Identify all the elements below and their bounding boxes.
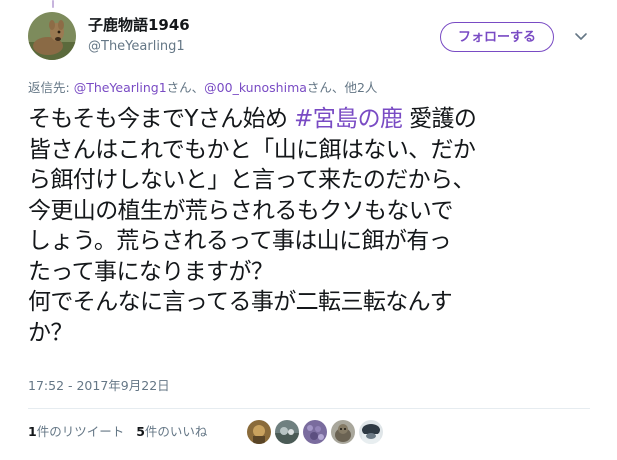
tweet-stats: 1件のリツイート 5件のいいね (28, 423, 207, 441)
liker-avatar[interactable] (330, 419, 356, 445)
liker-avatar-image (275, 420, 299, 444)
like-label: 件のいいね (144, 424, 208, 439)
reply-others[interactable]: 他2人 (344, 80, 377, 95)
tweet-text-segment: そもそも今までYさん始め (28, 106, 295, 132)
author-display-name[interactable]: 子鹿物語1946 (88, 15, 190, 35)
tweet-text: そもそも今までYさん始め #宮島の鹿 愛護の 皆さんはこれでもかと「山に餌はない… (28, 104, 603, 348)
retweet-count: 1 (28, 424, 37, 439)
tweet-line: しょう。荒らされるって事は山に餌が有っ (28, 228, 452, 254)
reply-mention-kunoshima[interactable]: @00_kunoshima (204, 80, 307, 95)
liker-avatar[interactable] (246, 419, 272, 445)
hashtag-link[interactable]: #宮島の鹿 (294, 106, 403, 132)
deer-avatar-image (28, 12, 76, 60)
tweet-line: ら餌付けしないと」と言って来たのだから、 (28, 167, 475, 193)
retweet-label: 件のリツイート (36, 424, 125, 439)
like-count-link[interactable]: 5件のいいね (136, 424, 207, 439)
reply-prefix: 返信先: (28, 80, 74, 95)
reply-separator: さん、 (306, 80, 345, 95)
tweet-text-segment: 愛護の (402, 106, 477, 132)
reply-context: 返信先: @TheYearling1さん、@00_kunoshimaさん、他2人 (28, 79, 377, 97)
author-avatar[interactable] (28, 12, 76, 60)
tweet-line: そもそも今までYさん始め #宮島の鹿 愛護の (28, 104, 603, 135)
chevron-down-icon[interactable] (573, 30, 589, 44)
tweet-line: 皆さんはこれでもかと「山に餌はない、だか (28, 136, 476, 163)
follow-button[interactable]: フォローする (440, 22, 554, 52)
liker-avatar-image (247, 420, 271, 444)
tweet-line: たって事になりますが？ (28, 258, 274, 285)
like-count: 5 (136, 424, 145, 439)
author-screen-name[interactable]: @TheYearling1 (88, 38, 185, 56)
tweet-line: か？ (28, 319, 73, 346)
liker-avatar-image (359, 420, 383, 444)
retweet-count-link[interactable]: 1件のリツイート (28, 424, 124, 439)
liker-avatar[interactable] (302, 419, 328, 445)
liker-avatar[interactable] (358, 419, 384, 445)
divider (28, 408, 590, 409)
tweet-line: 何でそんなに言ってる事が二転三転なんす (28, 289, 453, 315)
liker-avatar[interactable] (274, 419, 300, 445)
liker-avatar-image (303, 420, 327, 444)
reply-mention-theyearling1[interactable]: @TheYearling1 (74, 80, 167, 95)
tweet-timestamp[interactable]: 17:52 - 2017年9月22日 (28, 377, 170, 395)
tweet-line: 今更山の植生が荒らされるもクソもないで (28, 197, 454, 224)
thread-connector-line (52, 0, 54, 8)
liker-avatar-image (331, 420, 355, 444)
reply-separator: さん、 (166, 80, 205, 95)
